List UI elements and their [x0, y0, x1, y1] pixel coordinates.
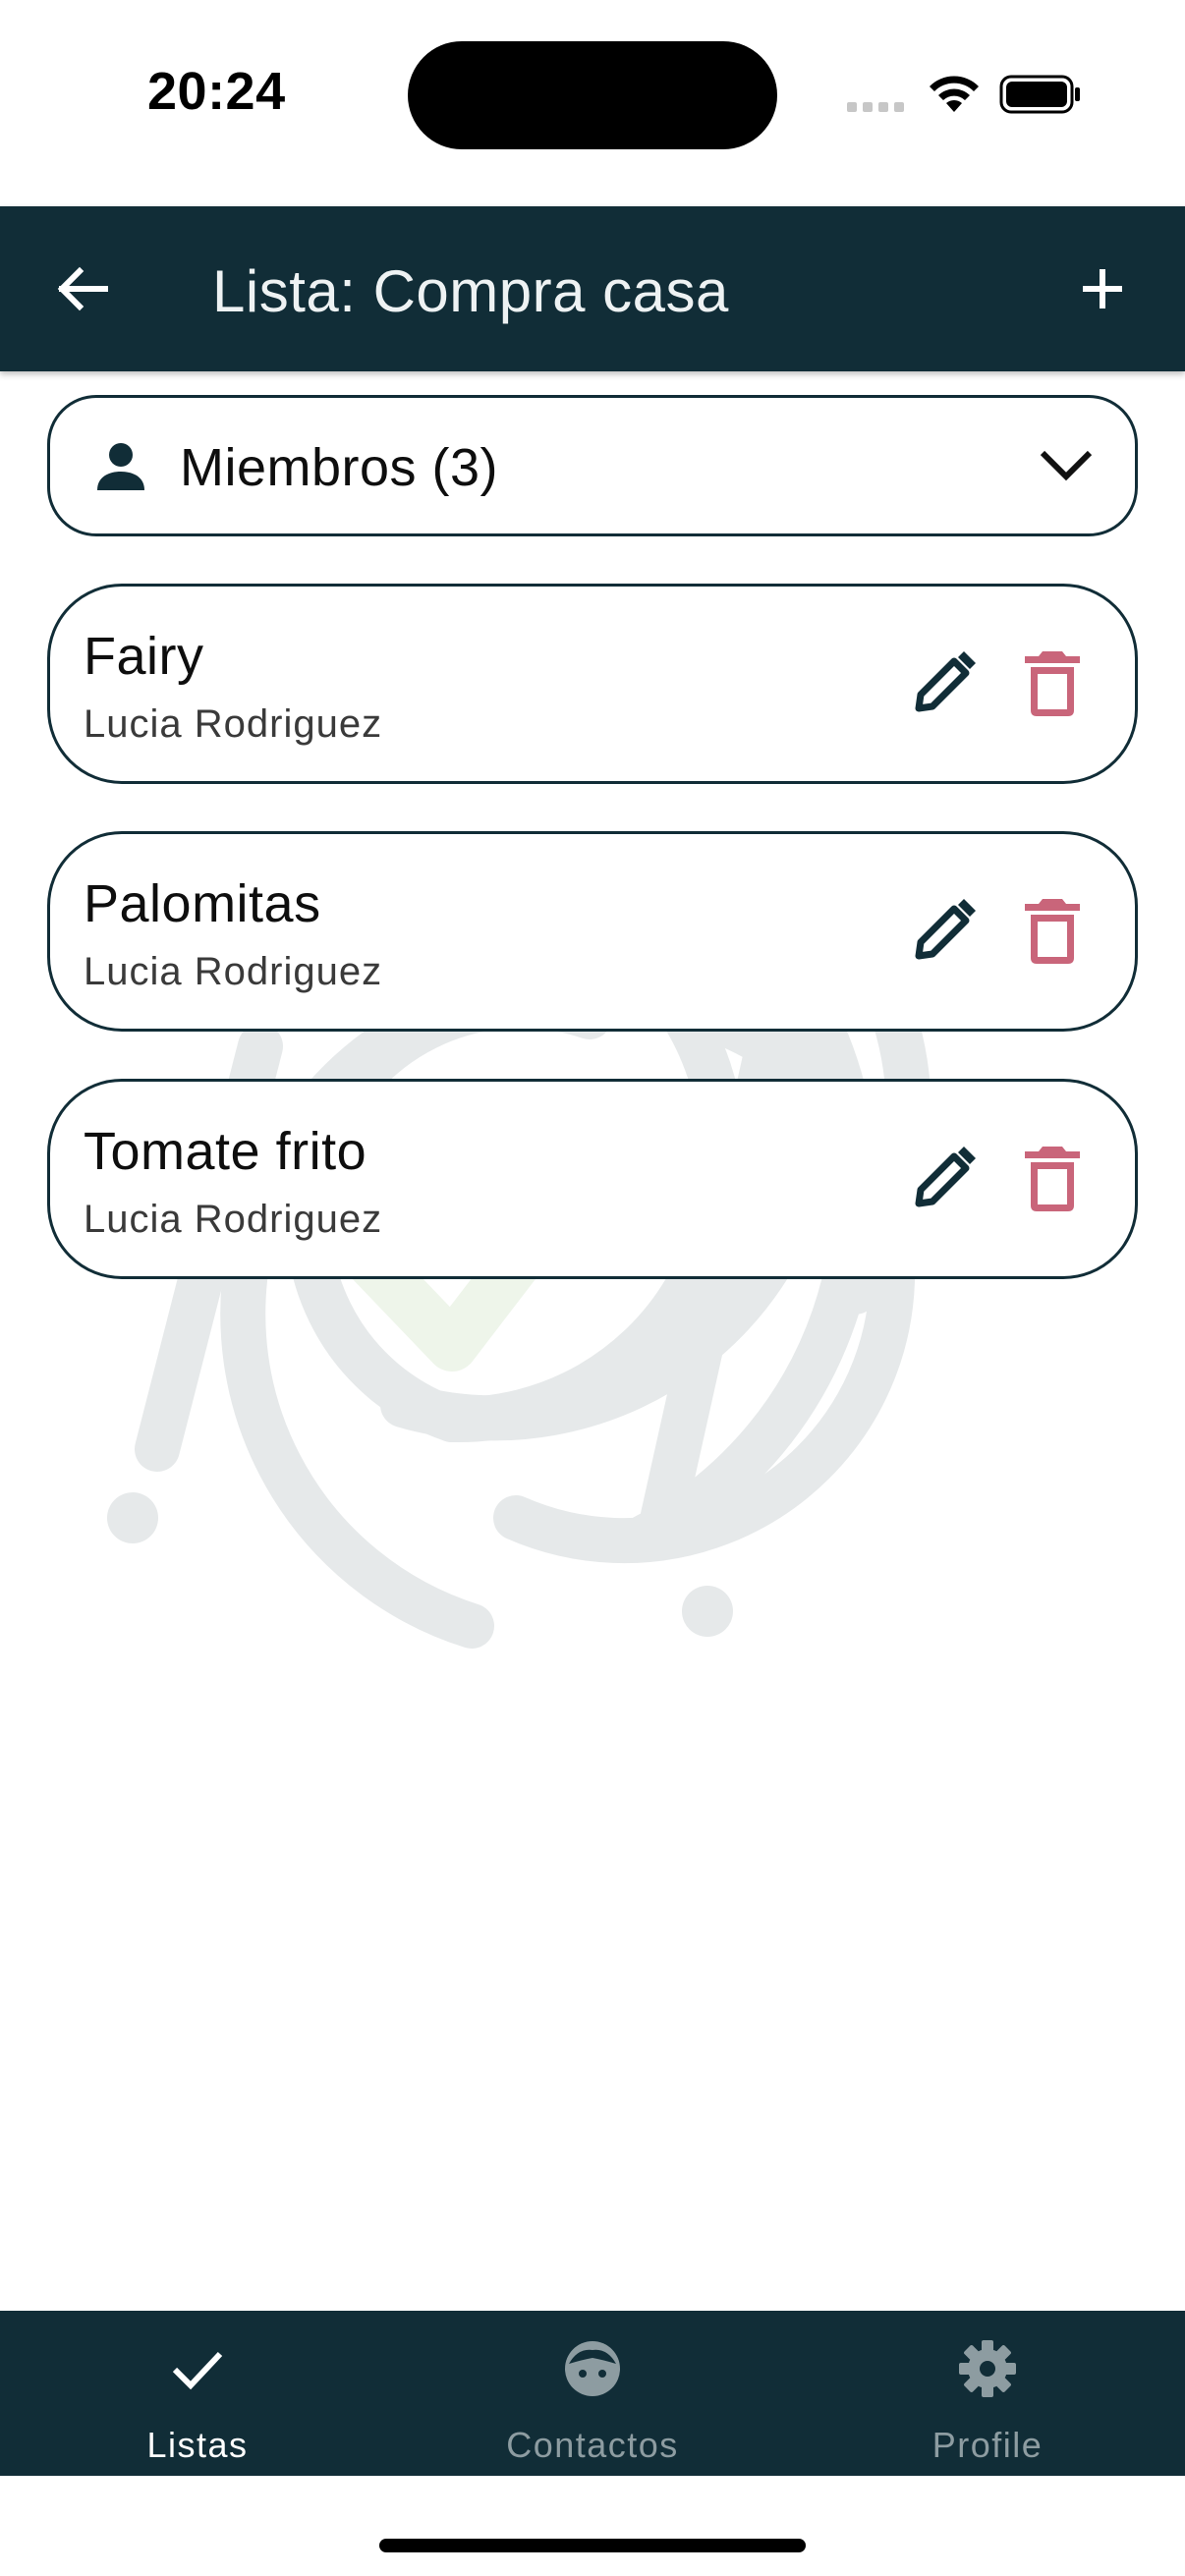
app-bar: Lista: Compra casa — [0, 206, 1185, 371]
page-title: Lista: Compra casa — [212, 258, 729, 324]
item-name: Fairy — [84, 627, 204, 686]
members-dropdown[interactable]: Miembros (3) — [47, 395, 1138, 536]
edit-icon[interactable] — [909, 895, 980, 966]
status-time: 20:24 — [147, 62, 286, 121]
item-name: Palomitas — [84, 874, 321, 933]
status-bar: 20:24 — [0, 0, 1185, 206]
nav-item-contactos[interactable]: Contactos — [395, 2311, 790, 2476]
wifi-icon — [930, 76, 979, 112]
list-item[interactable]: Tomate frito Lucia Rodriguez — [47, 1079, 1138, 1279]
back-button[interactable] — [47, 257, 116, 320]
check-icon — [172, 2351, 223, 2390]
nav-label: Contactos — [506, 2425, 679, 2465]
plus-icon — [1083, 269, 1122, 308]
list-item[interactable]: Fairy Lucia Rodriguez — [47, 584, 1138, 784]
nav-label: Profile — [931, 2425, 1044, 2465]
members-label: Miembros (3) — [180, 438, 499, 497]
delete-icon[interactable] — [1023, 895, 1082, 966]
item-name: Tomate frito — [84, 1122, 367, 1181]
nav-item-profile[interactable]: Profile — [790, 2311, 1185, 2476]
screen: 20:24 Lista: Compra casa Miembros (3) Fa… — [0, 0, 1185, 2576]
item-owner: Lucia Rodriguez — [84, 702, 383, 746]
battery-icon — [999, 75, 1080, 114]
delete-icon[interactable] — [1023, 1143, 1082, 1213]
person-icon — [97, 443, 144, 490]
home-indicator[interactable] — [379, 2539, 806, 2552]
chevron-down-icon — [1040, 450, 1093, 481]
bottom-navigation: Listas Contactos Profile — [0, 2311, 1185, 2476]
delete-icon[interactable] — [1023, 647, 1082, 718]
nav-label: Listas — [146, 2425, 249, 2465]
cellular-signal-icon — [847, 102, 904, 112]
edit-icon[interactable] — [909, 647, 980, 718]
face-icon — [565, 2341, 620, 2396]
item-owner: Lucia Rodriguez — [84, 1198, 383, 1241]
add-item-button[interactable] — [1071, 257, 1134, 320]
item-owner: Lucia Rodriguez — [84, 950, 383, 993]
gear-icon — [959, 2340, 1016, 2397]
dynamic-island — [408, 41, 777, 149]
nav-item-listas[interactable]: Listas — [0, 2311, 395, 2476]
list-item[interactable]: Palomitas Lucia Rodriguez — [47, 831, 1138, 1032]
arrow-back-icon — [57, 266, 108, 311]
edit-icon[interactable] — [909, 1143, 980, 1213]
